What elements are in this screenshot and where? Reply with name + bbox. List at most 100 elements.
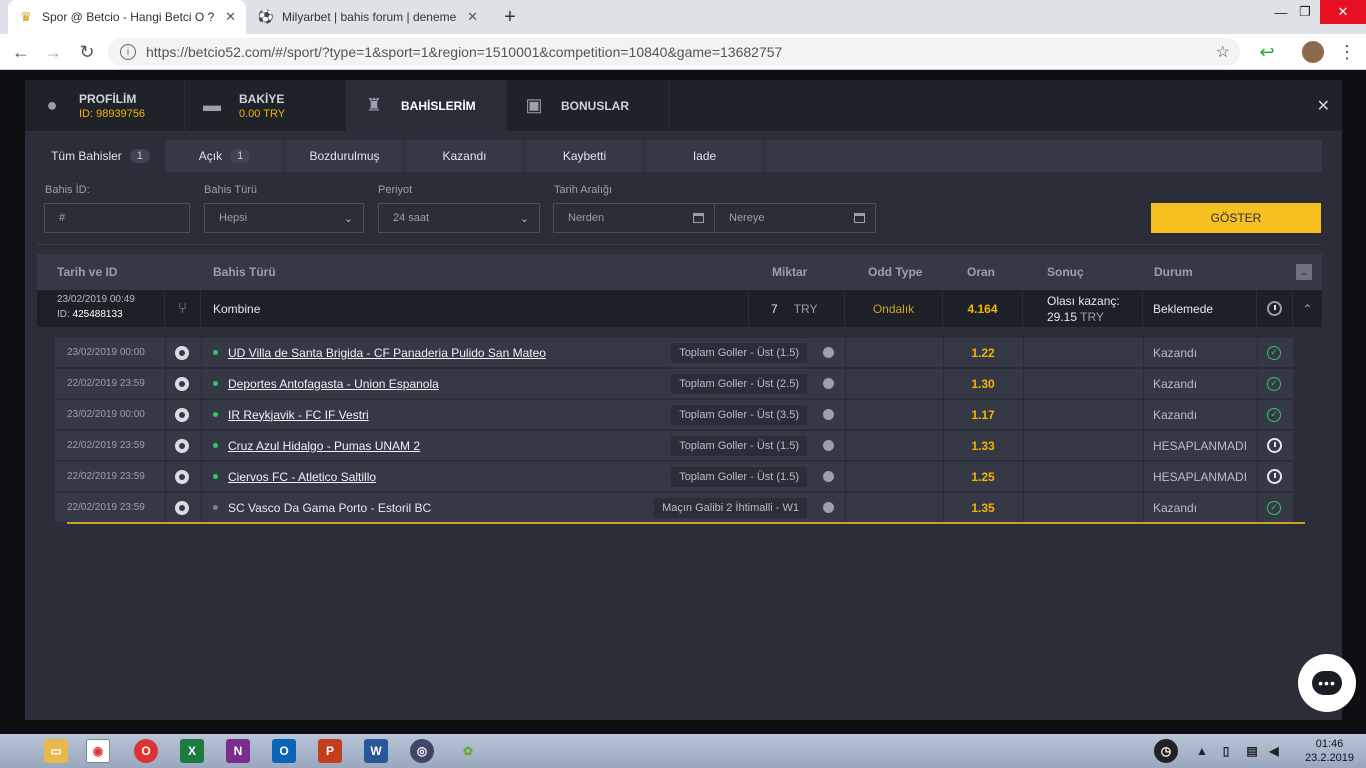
subtab-lost[interactable]: Kaybetti bbox=[525, 140, 645, 172]
clock-icon bbox=[1267, 462, 1282, 491]
subtab-label: Tüm Bahisler bbox=[51, 149, 122, 163]
market-label: Toplam Goller - Üst (1.5) bbox=[671, 466, 807, 487]
market-info-icon[interactable] bbox=[823, 493, 834, 522]
back-icon[interactable]: ← bbox=[10, 41, 32, 63]
market-info-icon[interactable] bbox=[823, 431, 834, 460]
match-name[interactable]: IR Reykjavik - FC IF Vestri bbox=[228, 408, 369, 422]
market-info-icon[interactable] bbox=[823, 369, 834, 398]
selection-match[interactable]: IR Reykjavik - FC IF Vestri bbox=[213, 400, 369, 429]
tray-expand-icon[interactable]: ▲ bbox=[1190, 739, 1214, 763]
app-icon[interactable]: ◎ bbox=[410, 739, 434, 763]
bet-id-input[interactable]: # bbox=[44, 203, 190, 233]
selection-row[interactable]: 23/02/2019 00:00 IR Reykjavik - FC IF Ves… bbox=[55, 400, 1293, 429]
tab-label: PROFİLİM bbox=[79, 91, 137, 106]
system-clock[interactable]: 01:46 23.2.2019 bbox=[1305, 737, 1354, 765]
selection-row[interactable]: 22/02/2019 23:59 SC Vasco Da Gama Porto -… bbox=[55, 493, 1293, 522]
browser-tab-title: Spor @ Betcio - Hangi Betci O ? bbox=[42, 10, 215, 24]
subtab-all-bets[interactable]: Tüm Bahisler 1 bbox=[37, 140, 165, 172]
live-dot-icon bbox=[213, 412, 218, 417]
selection-match[interactable]: Ciervos FC - Atletico Saltillo bbox=[213, 462, 376, 491]
network-icon[interactable]: ▤ bbox=[1240, 739, 1264, 763]
browser-tab-betcio[interactable]: ♛ Spor @ Betcio - Hangi Betci O ? ✕ bbox=[8, 0, 246, 34]
tab-balance[interactable]: ▬ BAKİYE 0.00 TRY bbox=[185, 80, 347, 131]
close-tab-icon[interactable]: ✕ bbox=[225, 9, 236, 25]
clock-date: 23.2.2019 bbox=[1305, 752, 1354, 764]
date-to-input[interactable]: Nereye bbox=[714, 203, 876, 233]
market-info-icon[interactable] bbox=[823, 400, 834, 429]
opera-icon[interactable]: O bbox=[134, 739, 158, 763]
selection-market: Toplam Goller - Üst (1.5) bbox=[671, 462, 807, 491]
clock-app-icon[interactable]: ◷ bbox=[1154, 739, 1178, 763]
table-header: Tarih ve ID Bahis Türü Miktar Odd Type O… bbox=[37, 254, 1322, 290]
url-field[interactable]: i https://betcio52.com/#/sport/?type=1&s… bbox=[108, 38, 1240, 66]
avatar[interactable] bbox=[1302, 41, 1324, 63]
selection-match[interactable]: SC Vasco Da Gama Porto - Estoril BC bbox=[213, 493, 431, 522]
bet-date-id: 23/02/2019 00:49 ID: 425488133 bbox=[37, 290, 165, 327]
market-label: Toplam Goller - Üst (1.5) bbox=[671, 342, 807, 363]
selection-row[interactable]: 22/02/2019 23:59 Ciervos FC - Atletico Sa… bbox=[55, 462, 1293, 491]
subtab-refund[interactable]: Iade bbox=[645, 140, 765, 172]
subtab-cashed-out[interactable]: Bozdurulmuş bbox=[285, 140, 405, 172]
powerpoint-icon[interactable]: P bbox=[318, 739, 342, 763]
live-chat-button[interactable]: ••• bbox=[1298, 654, 1356, 712]
selection-row[interactable]: 22/02/2019 23:59 Deportes Antofagasta - U… bbox=[55, 369, 1293, 398]
selection-row[interactable]: 23/02/2019 00:00 UD Villa de Santa Brigid… bbox=[55, 338, 1293, 367]
selection-status: Kazandı bbox=[1153, 345, 1198, 360]
browser-tab-milyarbet[interactable]: ⚽ Milyarbet | bahis forum | deneme ✕ bbox=[248, 0, 488, 34]
flower-app-icon[interactable]: ✿ bbox=[456, 739, 480, 763]
menu-icon[interactable]: ⋮ bbox=[1336, 41, 1358, 63]
chrome-icon[interactable]: ◉ bbox=[86, 739, 110, 763]
onenote-icon[interactable]: N bbox=[226, 739, 250, 763]
check-circle-icon: ✓ bbox=[1267, 338, 1281, 367]
show-button[interactable]: GÖSTER bbox=[1151, 203, 1321, 233]
date-from-input[interactable]: Nerden bbox=[553, 203, 715, 233]
collapse-all-icon[interactable]: ⌄ bbox=[1296, 264, 1312, 280]
selection-match[interactable]: Deportes Antofagasta - Union Espanola bbox=[213, 369, 439, 398]
market-label: Toplam Goller - Üst (3.5) bbox=[671, 404, 807, 425]
calendar-icon[interactable] bbox=[854, 213, 865, 223]
subtab-open[interactable]: Açık 1 bbox=[165, 140, 285, 172]
market-info-icon[interactable] bbox=[823, 338, 834, 367]
match-name[interactable]: Cruz Azul Hidalgo - Pumas UNAM 2 bbox=[228, 439, 420, 453]
outlook-icon[interactable]: O bbox=[272, 739, 296, 763]
site-info-icon[interactable]: i bbox=[120, 44, 136, 60]
selection-match[interactable]: Cruz Azul Hidalgo - Pumas UNAM 2 bbox=[213, 431, 420, 460]
file-explorer-icon[interactable]: ▭ bbox=[44, 739, 68, 763]
reload-icon[interactable]: ↻ bbox=[76, 41, 98, 63]
match-name[interactable]: UD Villa de Santa Brigida - CF Panaderia… bbox=[228, 346, 546, 360]
selection-status: Kazandı bbox=[1153, 407, 1198, 422]
soccer-ball-icon bbox=[175, 431, 191, 460]
close-tab-icon[interactable]: ✕ bbox=[467, 9, 478, 25]
bet-row[interactable]: 23/02/2019 00:49 ID: 425488133 ⑂ Kombine… bbox=[37, 290, 1322, 327]
match-name[interactable]: Ciervos FC - Atletico Saltillo bbox=[228, 470, 376, 484]
tab-profile[interactable]: ● PROFİLİM ID: 98939756 bbox=[25, 80, 185, 131]
excel-icon[interactable]: X bbox=[180, 739, 204, 763]
forward-icon[interactable]: → bbox=[42, 41, 64, 63]
selection-row[interactable]: 22/02/2019 23:59 Cruz Azul Hidalgo - Puma… bbox=[55, 431, 1293, 460]
subtab-won[interactable]: Kazandı bbox=[405, 140, 525, 172]
match-name[interactable]: Deportes Antofagasta - Union Espanola bbox=[228, 377, 439, 391]
count-badge: 1 bbox=[129, 149, 150, 163]
clock-icon bbox=[1267, 431, 1282, 460]
new-tab-button[interactable]: + bbox=[498, 5, 522, 29]
soccer-ball-icon bbox=[175, 338, 191, 367]
volume-icon[interactable]: ◀ bbox=[1262, 739, 1286, 763]
word-icon[interactable]: W bbox=[364, 739, 388, 763]
calendar-icon[interactable] bbox=[693, 213, 704, 223]
chevron-up-icon[interactable]: ⌃ bbox=[1293, 290, 1322, 327]
close-modal-icon[interactable]: ✕ bbox=[1317, 96, 1330, 116]
battery-icon[interactable]: ▯ bbox=[1214, 739, 1238, 763]
bookmark-star-icon[interactable]: ☆ bbox=[1216, 42, 1230, 62]
tab-my-bets[interactable]: ♜ BAHİSLERİM bbox=[347, 80, 507, 131]
close-window-button[interactable]: ✕ bbox=[1320, 0, 1366, 24]
extension-icon[interactable]: ↩ bbox=[1256, 41, 1278, 63]
bet-type: Kombine bbox=[201, 290, 749, 327]
bet-type-select[interactable]: Hepsi ⌄ bbox=[204, 203, 364, 233]
soccer-ball-icon: ⚽ bbox=[257, 9, 275, 24]
period-select[interactable]: 24 saat ⌄ bbox=[378, 203, 540, 233]
tab-bonuses[interactable]: ▣ BONUSLAR bbox=[507, 80, 669, 131]
selection-match[interactable]: UD Villa de Santa Brigida - CF Panaderia… bbox=[213, 338, 546, 367]
modal-tabs: ● PROFİLİM ID: 98939756 ▬ BAKİYE 0.00 TR… bbox=[25, 80, 1342, 131]
col-bet-type: Bahis Türü bbox=[213, 265, 276, 279]
market-info-icon[interactable] bbox=[823, 462, 834, 491]
